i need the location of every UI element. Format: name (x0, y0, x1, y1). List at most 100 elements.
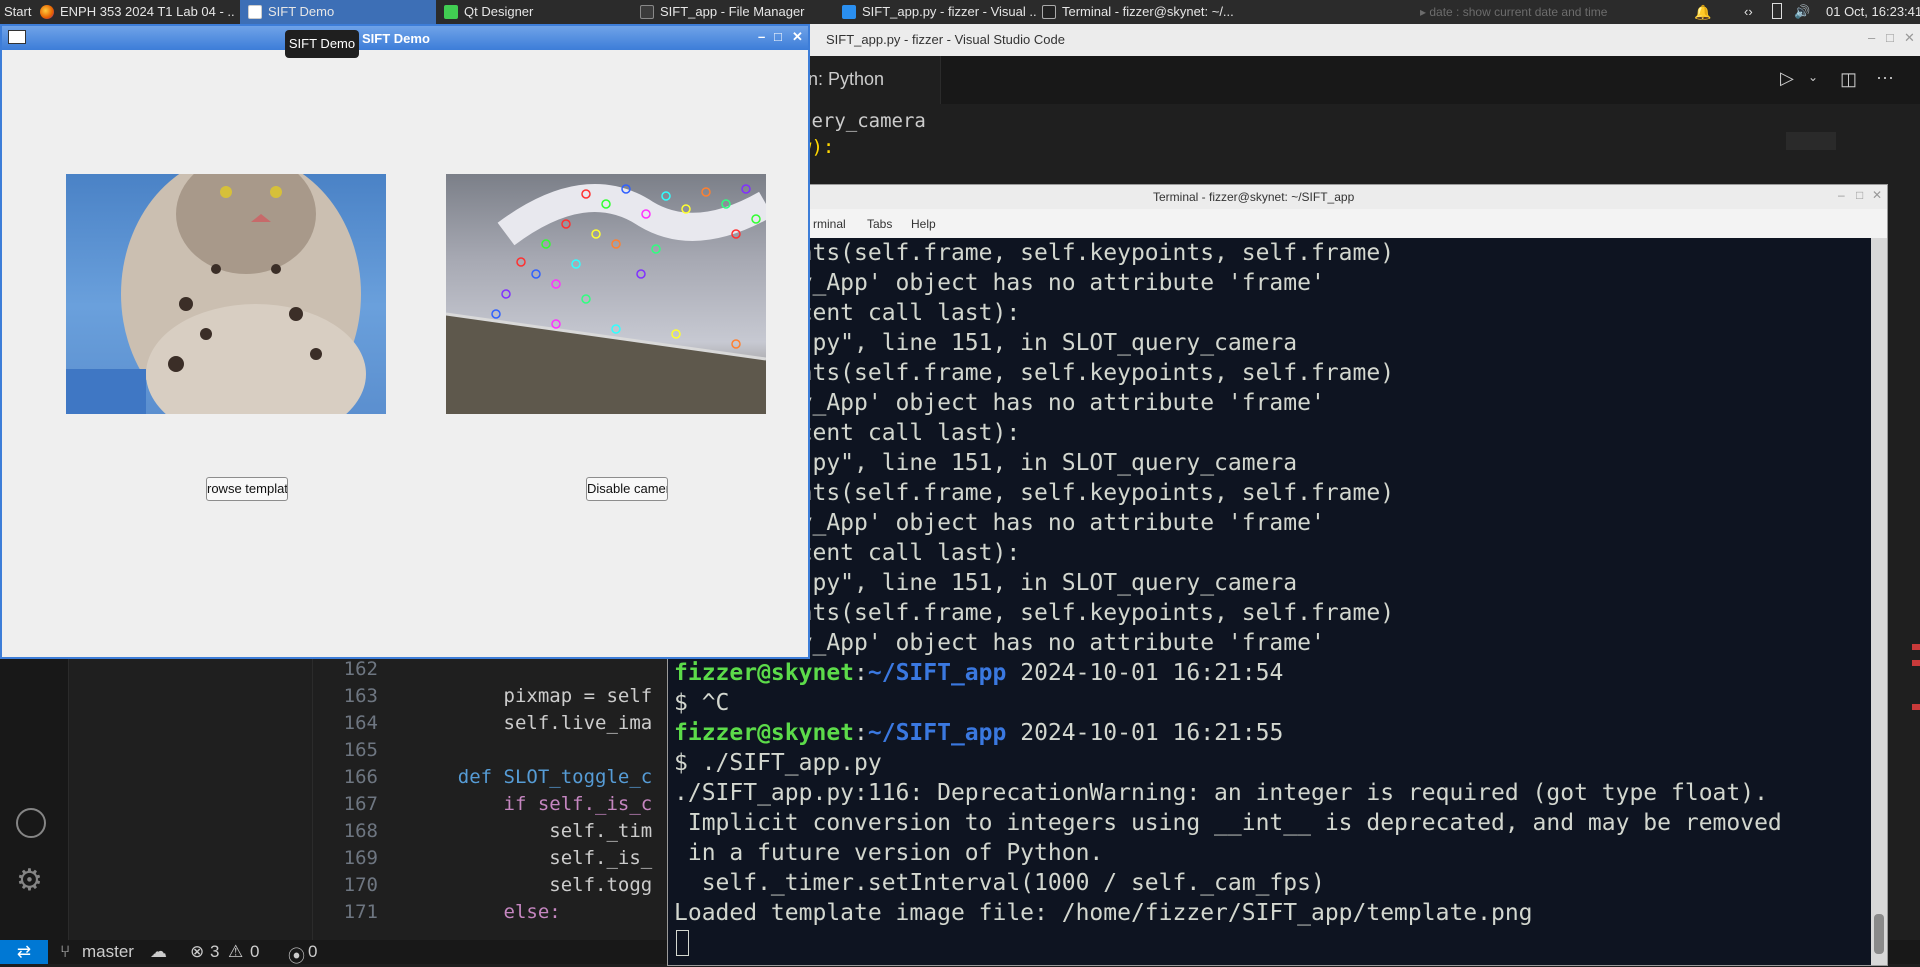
gear-icon[interactable]: ⚙ (16, 866, 43, 896)
taskbar-item-firefox[interactable]: ENPH 353 2024 T1 Lab 04 - ... (40, 0, 235, 24)
code-line: pixmap = self (412, 685, 653, 707)
line-number: 165 (343, 739, 378, 761)
terminal-scrollbar[interactable] (1871, 238, 1887, 965)
branch-icon[interactable]: ⑂ (60, 942, 70, 962)
command-hint: ▸ date : show current date and time (1420, 5, 1608, 19)
maximize-icon[interactable]: □ (1856, 188, 1863, 202)
run-icon[interactable]: ▷ (1780, 68, 1794, 89)
prompt-path: ~/SIFT_app (867, 660, 1007, 686)
menu-terminal[interactable]: rminal (813, 217, 846, 231)
account-icon[interactable] (16, 808, 46, 838)
terminal-menubar: rminal Tabs Help (668, 209, 1887, 238)
taskbar-item-qt-designer[interactable]: Qt Designer (444, 0, 634, 24)
close-icon[interactable]: ✕ (792, 29, 803, 45)
live-camera-image (446, 174, 766, 414)
line-number: 170 (343, 874, 378, 896)
prompt-time: 2024-10-01 16:21:55 (1020, 720, 1284, 746)
window-menu-icon[interactable] (8, 30, 26, 44)
taskbar-item-label: SIFT Demo (268, 4, 335, 19)
terminal-icon (1042, 5, 1056, 19)
window-icon (248, 5, 262, 19)
maximize-icon[interactable]: □ (1886, 30, 1894, 45)
split-editor-icon[interactable]: ◫ (1840, 69, 1857, 90)
taskbar: Start ENPH 353 2024 T1 Lab 04 - ... SIFT… (0, 0, 1920, 24)
line-number: 167 (343, 793, 378, 815)
start-button[interactable]: Start (4, 0, 34, 24)
ports-icon[interactable]: ⦿ (288, 942, 305, 967)
window-title: Terminal - fizzer@skynet: ~/SIFT_app (1153, 190, 1355, 204)
browse-template-button[interactable]: rowse templat (206, 477, 288, 501)
maximize-icon[interactable]: □ (774, 29, 782, 44)
warning-icon[interactable]: ⚠ (228, 942, 243, 962)
taskbar-item-label: SIFT_app.py - fizzer - Visual ... (862, 4, 1036, 19)
output-line: ./SIFT_app.py:116: DeprecationWarning: a… (674, 780, 1768, 806)
taskbar-item-label: Qt Designer (464, 4, 534, 19)
folder-icon (640, 5, 654, 19)
remote-icon[interactable]: ⇄ (0, 940, 48, 964)
terminal-cursor (676, 930, 689, 956)
line-number: 168 (343, 820, 378, 842)
terminal-titlebar: Terminal - fizzer@skynet: ~/SIFT_app – □… (668, 185, 1887, 210)
error-marker (1912, 704, 1920, 710)
breadcrumb[interactable]: uery_camera (800, 110, 926, 132)
firefox-icon (40, 5, 54, 19)
error-count[interactable]: 3 (210, 942, 219, 962)
window-title: SIFT_app.py - fizzer - Visual Studio Cod… (826, 32, 1065, 47)
prompt-user: fizzer@skynet (674, 720, 855, 746)
taskbar-item-file-manager[interactable]: SIFT_app - File Manager (640, 0, 836, 24)
vscode-icon (842, 5, 856, 19)
close-icon[interactable]: ✕ (1872, 188, 1882, 202)
scrollbar-thumb[interactable] (1874, 914, 1884, 954)
prompt-user: fizzer@skynet (674, 660, 855, 686)
sift-titlebar[interactable]: SIFT Demo – □ ✕ (2, 26, 808, 50)
battery-icon[interactable] (1772, 0, 1786, 24)
line-number: 171 (343, 901, 378, 923)
minimize-icon[interactable]: – (1868, 30, 1875, 45)
line-number: 164 (343, 712, 378, 734)
tab-python[interactable]: n: Python (800, 56, 941, 104)
output-line: Implicit conversion to integers using __… (674, 810, 1782, 836)
ports-count[interactable]: 0 (308, 942, 317, 962)
code-line: else: (412, 901, 561, 923)
volume-icon[interactable]: 🔊 (1794, 0, 1814, 24)
menu-tabs[interactable]: Tabs (867, 217, 892, 231)
line-number: 169 (343, 847, 378, 869)
terminal-output[interactable]: rawKeypoints(self.frame, self.keypoints,… (668, 238, 1871, 965)
terminal-window: Terminal - fizzer@skynet: ~/SIFT_app – □… (667, 184, 1888, 966)
error-icon[interactable]: ⊗ (190, 942, 204, 962)
taskbar-item-label: ENPH 353 2024 T1 Lab 04 - ... (60, 4, 235, 19)
sync-icon[interactable]: ☁ (150, 942, 167, 962)
clock[interactable]: 01 Oct, 16:23:41 (1826, 0, 1920, 24)
sift-demo-window: SIFT Demo – □ ✕ rowse templat Disable ca… (0, 24, 810, 659)
branch-name[interactable]: master (82, 942, 134, 962)
chevron-down-icon[interactable]: ⌄ (1808, 70, 1818, 84)
minimap[interactable] (1786, 132, 1836, 150)
code-line: self.togg (412, 874, 653, 896)
code-line: self.live_ima (412, 712, 653, 734)
disable-camera-button[interactable]: Disable camera (586, 477, 668, 501)
prompt-path: ~/SIFT_app (867, 720, 1007, 746)
tab-label: n: Python (808, 69, 885, 89)
qt-designer-icon (444, 5, 458, 19)
line-number: 163 (343, 685, 378, 707)
taskbar-item-terminal[interactable]: Terminal - fizzer@skynet: ~/... (1042, 0, 1242, 24)
prompt-line: fizzer@skynet:~/SIFT_app 2024-10-01 16:2… (674, 720, 1284, 746)
template-image (66, 174, 386, 414)
window-title: SIFT Demo (362, 31, 430, 46)
minimize-icon[interactable]: – (1838, 188, 1845, 202)
menu-help[interactable]: Help (911, 217, 936, 231)
taskbar-item-vscode[interactable]: SIFT_app.py - fizzer - Visual ... (842, 0, 1036, 24)
network-icon[interactable]: ‹› (1744, 0, 1766, 24)
taskbar-item-sift-demo[interactable]: SIFT Demo (240, 0, 436, 24)
warning-count[interactable]: 0 (250, 942, 259, 962)
line-number: 162 (343, 658, 378, 680)
error-marker (1912, 644, 1920, 650)
bell-icon[interactable]: 🔔 (1694, 0, 1714, 24)
close-icon[interactable]: ✕ (1904, 30, 1915, 46)
minimize-icon[interactable]: – (758, 29, 765, 44)
more-actions-icon[interactable]: ··· (1876, 67, 1894, 88)
prompt-time: 2024-10-01 16:21:54 (1020, 660, 1284, 686)
code-line: if self._is_c (412, 793, 653, 815)
output-line: self._timer.setInterval(1000 / self._cam… (674, 870, 1325, 896)
output-line: in a future version of Python. (674, 840, 1104, 866)
